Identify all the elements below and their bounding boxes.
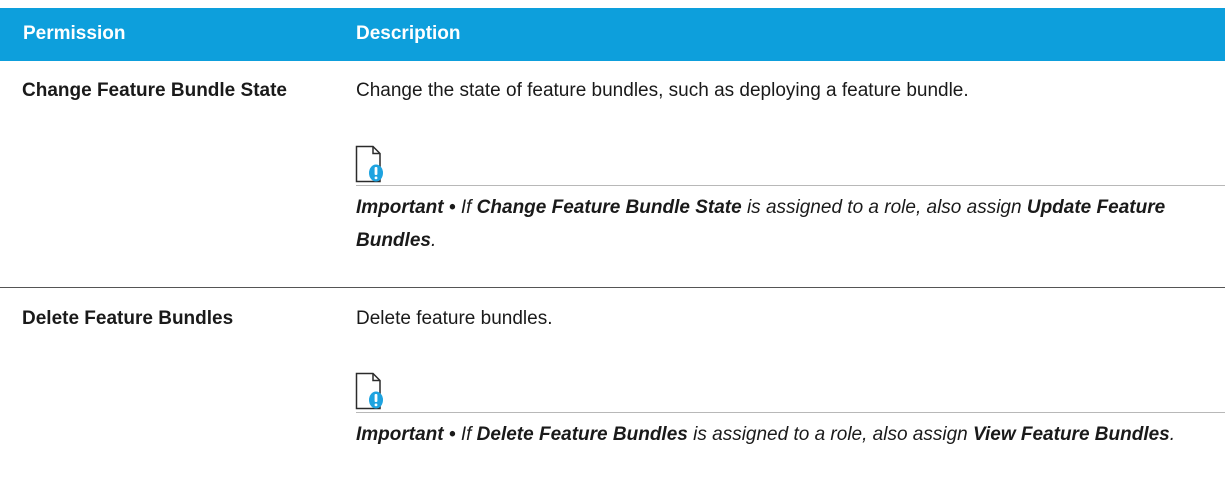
- important-note: Important • If Delete Feature Bundles is…: [356, 418, 1196, 451]
- note-separator: •: [448, 424, 456, 445]
- note-separator: •: [448, 197, 456, 218]
- note-prefix: If: [460, 197, 472, 218]
- note-divider: [356, 412, 1225, 413]
- permission-description: Change the state of feature bundles, suc…: [356, 80, 969, 101]
- note-target: View Feature Bundles: [973, 424, 1170, 445]
- note-end: .: [1169, 424, 1176, 445]
- note-subject: Delete Feature Bundles: [476, 424, 688, 445]
- note-label: Important: [356, 197, 444, 218]
- important-note-icon: [355, 372, 383, 410]
- table-header: Permission Description: [0, 8, 1225, 61]
- column-header-description: Description: [356, 23, 461, 44]
- permission-name: Change Feature Bundle State: [22, 80, 287, 101]
- note-middle: is assigned to a role, also assign: [746, 197, 1022, 218]
- note-divider: [356, 185, 1225, 186]
- important-note-icon: [355, 145, 383, 183]
- note-subject: Change Feature Bundle State: [476, 197, 742, 218]
- table-row: Change Feature Bundle State Change the s…: [0, 61, 1225, 288]
- table-row: Delete Feature Bundles Delete feature bu…: [0, 288, 1225, 502]
- note-end: .: [430, 230, 437, 251]
- note-prefix: If: [460, 424, 472, 445]
- column-header-permission: Permission: [23, 23, 126, 44]
- permission-name: Delete Feature Bundles: [22, 308, 234, 329]
- important-note: Important • If Change Feature Bundle Sta…: [356, 191, 1196, 257]
- note-middle: is assigned to a role, also assign: [693, 424, 968, 445]
- note-label: Important: [356, 424, 444, 445]
- permission-description: Delete feature bundles.: [356, 308, 553, 329]
